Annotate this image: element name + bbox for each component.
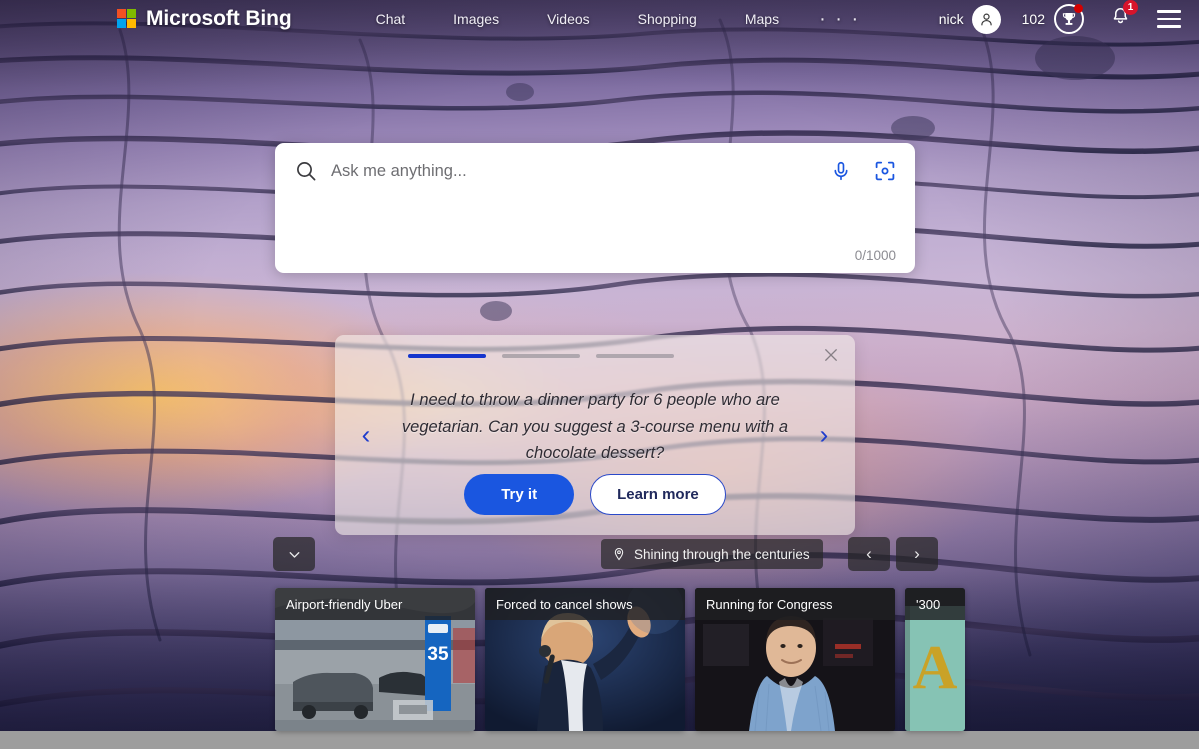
site-header: Microsoft Bing Chat Images Videos Shoppi… — [0, 0, 1199, 38]
more-options-icon[interactable]: · · · — [803, 9, 876, 29]
svg-text:35: 35 — [427, 644, 449, 665]
try-it-button[interactable]: Try it — [464, 474, 575, 515]
microsoft-logo[interactable] — [117, 9, 137, 29]
rewards-trophy-icon — [1062, 13, 1076, 25]
news-card[interactable]: 35 Airport-friendly Uber — [275, 588, 475, 731]
avatar[interactable] — [971, 4, 1001, 34]
progress-indicator — [408, 354, 674, 358]
background-prev-button[interactable]: ‹ — [848, 537, 890, 571]
suggestion-prev-button[interactable]: ‹ — [353, 420, 379, 451]
news-card-title: Running for Congress — [695, 588, 895, 620]
news-card[interactable]: A '300 — [905, 588, 965, 731]
background-next-button[interactable]: › — [896, 537, 938, 571]
news-carousel-track: 35 Airport-friendly Uber Forced to cance… — [275, 588, 965, 731]
nav-item-maps[interactable]: Maps — [721, 11, 803, 27]
username-label[interactable]: nick — [939, 11, 964, 27]
person-icon — [980, 13, 992, 25]
search-box: 0/1000 — [275, 143, 915, 273]
hamburger-menu-icon[interactable] — [1157, 10, 1181, 28]
background-info-pill[interactable]: Shining through the centuries — [601, 539, 823, 569]
logo-square-blue — [117, 19, 126, 28]
learn-more-button[interactable]: Learn more — [590, 474, 726, 515]
progress-segment-1[interactable] — [408, 354, 486, 358]
chevron-down-icon — [289, 551, 299, 558]
nav-item-shopping[interactable]: Shopping — [614, 11, 721, 27]
main-nav: Chat Images Videos Shopping Maps · · · — [352, 9, 877, 29]
header-actions: nick 102 1 — [939, 0, 1199, 34]
news-card[interactable]: Forced to cancel shows — [485, 588, 685, 731]
news-carousel: 35 Airport-friendly Uber Forced to cance… — [0, 588, 1199, 731]
close-icon[interactable] — [822, 346, 840, 364]
visual-search-icon[interactable] — [873, 159, 897, 183]
suggestion-text: I need to throw a dinner party for 6 peo… — [401, 391, 789, 462]
suggestion-actions: Try it Learn more — [335, 474, 855, 515]
logo-square-red — [117, 9, 126, 18]
progress-segment-2[interactable] — [502, 354, 580, 358]
character-counter: 0/1000 — [854, 248, 896, 263]
nav-item-chat[interactable]: Chat — [352, 11, 430, 27]
logo-square-green — [127, 9, 136, 18]
suggestion-card: ‹ › I need to throw a dinner party for 6… — [335, 335, 855, 535]
search-icon[interactable] — [294, 159, 318, 183]
progress-segment-3[interactable] — [596, 354, 674, 358]
news-card-title: Forced to cancel shows — [485, 588, 685, 620]
suggestion-next-button[interactable]: › — [811, 420, 837, 451]
search-input[interactable] — [331, 161, 830, 181]
news-card-title: Airport-friendly Uber — [275, 588, 475, 620]
nav-item-images[interactable]: Images — [429, 11, 523, 27]
collapse-button[interactable] — [273, 537, 315, 571]
logo-square-yellow — [127, 19, 136, 28]
news-card[interactable]: Running for Congress — [695, 588, 895, 731]
notification-badge: 1 — [1123, 0, 1138, 15]
rewards-points[interactable]: 102 — [1022, 11, 1045, 27]
svg-text:A: A — [913, 634, 958, 702]
location-pin-icon — [614, 547, 624, 561]
brand-title[interactable]: Microsoft Bing — [146, 7, 292, 31]
page-bottom-strip — [0, 731, 1199, 749]
rewards-alert-dot — [1074, 4, 1083, 13]
background-info-text: Shining through the centuries — [634, 546, 810, 562]
microphone-icon[interactable] — [830, 159, 852, 183]
news-card-title: '300 — [905, 588, 965, 620]
notifications-button[interactable]: 1 — [1110, 0, 1138, 32]
nav-item-videos[interactable]: Videos — [523, 11, 614, 27]
rewards-button[interactable] — [1054, 4, 1084, 34]
search-row — [275, 143, 915, 199]
